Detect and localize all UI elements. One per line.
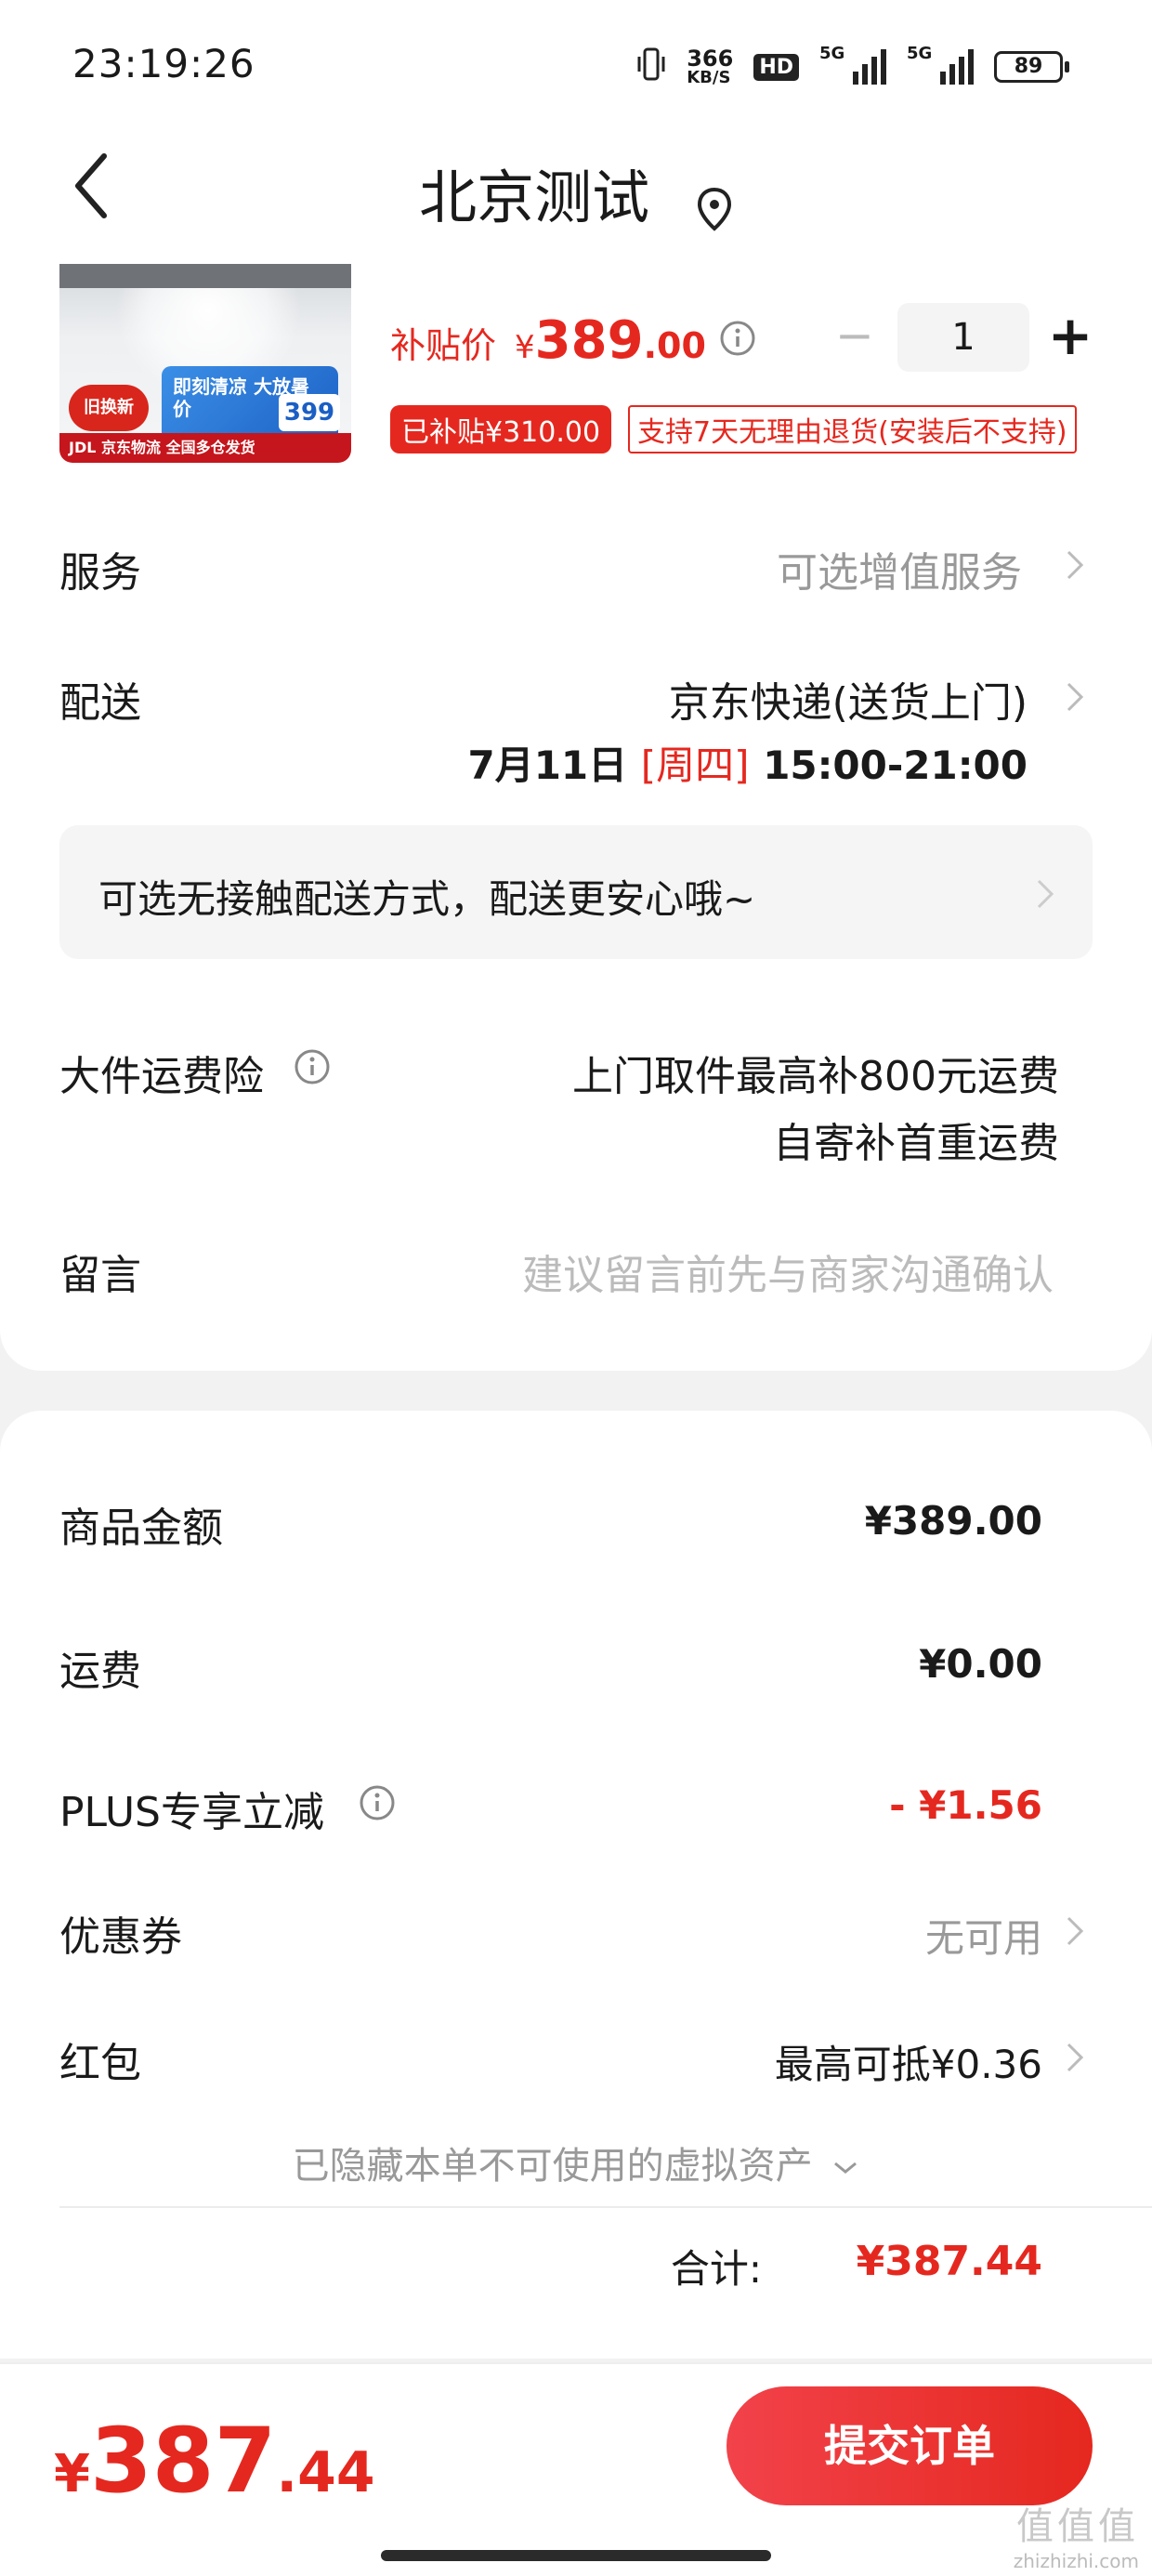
net-speed-value: 366 <box>687 46 734 72</box>
info-icon[interactable] <box>359 1784 396 1821</box>
subsidy-tag: 已补贴¥310.00 <box>390 405 612 453</box>
delivery-time-range: 15:00-21:00 <box>763 743 1028 788</box>
price-label: 补贴价 <box>390 325 497 366</box>
hidden-assets-text: 已隐藏本单不可使用的虚拟资产 <box>292 2145 813 2188</box>
decrement-button[interactable]: − <box>827 303 883 372</box>
signal-icon: 5G <box>819 44 886 85</box>
delivery-time[interactable]: 7月11日 [周四] 15:00-21:00 <box>467 734 1028 791</box>
product-tags: 已补贴¥310.00 支持7天无理由退货(安装后不支持) <box>390 405 1077 453</box>
image-badge: 旧换新 <box>69 385 149 431</box>
service-label: 服务 <box>59 549 141 597</box>
watermark-glyphs: 值值值 <box>1016 2505 1139 2548</box>
pay-integer: 387 <box>89 2409 277 2513</box>
submit-order-button[interactable]: 提交订单 <box>727 2386 1093 2505</box>
increment-button[interactable]: + <box>1042 303 1098 372</box>
watermark: 值值值 zhizhizhi.com <box>1014 2496 1139 2572</box>
plus-discount-label: PLUS专享立减 <box>59 1789 324 1836</box>
price-summary-card: 商品金额 ¥389.00 运费 ¥0.00 PLUS专享立减 - ¥1.56 优… <box>0 1411 1152 2359</box>
message-label: 留言 <box>59 1252 141 1299</box>
return-policy-tag: 支持7天无理由退货(安装后不支持) <box>628 405 1077 453</box>
status-bar: 23:19:26 366 KB/S HD 5G 5G 89 <box>0 0 1152 130</box>
vibrate-icon <box>636 46 666 89</box>
red-packet-value[interactable]: 最高可抵¥0.36 <box>775 2033 1042 2090</box>
service-value[interactable]: 可选增值服务 <box>777 539 1022 598</box>
goods-amount-label: 商品金额 <box>59 1505 223 1552</box>
hd-badge: HD <box>753 53 799 81</box>
chevron-right-icon[interactable] <box>1065 678 1085 716</box>
pay-decimal: .44 <box>276 2440 375 2505</box>
hidden-assets-toggle[interactable]: 已隐藏本单不可使用的虚拟资产 <box>0 2136 1152 2189</box>
status-icons: 366 KB/S HD 5G 5G 89 <box>636 41 1069 93</box>
pay-currency: ¥ <box>54 2444 90 2504</box>
delivery-date: 7月11日 <box>467 743 628 788</box>
shipping-value: ¥0.00 <box>919 1641 1042 1687</box>
signal-icon: 5G <box>907 44 974 85</box>
signal-label: 5G <box>907 44 933 63</box>
goods-amount-value: ¥389.00 <box>864 1498 1042 1544</box>
total-value: ¥387.44 <box>856 2238 1042 2285</box>
freight-insurance-line2: 自寄补首重运费 <box>773 1120 1059 1167</box>
delivery-method[interactable]: 京东快递(送货上门) <box>669 669 1028 729</box>
coupon-value[interactable]: 无可用 <box>925 1907 1042 1964</box>
quantity-value[interactable]: 1 <box>897 303 1029 372</box>
product-image[interactable]: 旧换新 即刻清凉 大放暑价 399 JDL 京东物流 全国多仓发货 <box>59 264 351 463</box>
freight-insurance-label: 大件运费险 <box>59 1053 264 1100</box>
chevron-down-icon <box>834 2162 857 2174</box>
price-currency: ¥ <box>515 329 535 366</box>
status-time: 23:19:26 <box>72 41 255 86</box>
product-image-band <box>59 264 351 288</box>
price-integer: 389 <box>534 310 644 371</box>
message-input[interactable]: 建议留言前先与商家沟通确认 <box>522 1242 1054 1301</box>
price-decimal: .00 <box>643 325 706 366</box>
freight-insurance-line1: 上门取件最高补800元运费 <box>572 1053 1059 1100</box>
back-button[interactable] <box>63 149 123 223</box>
pay-amount: ¥ 387 .44 <box>54 2409 375 2513</box>
signal-label: 5G <box>819 44 845 63</box>
home-indicator[interactable] <box>381 2550 771 2561</box>
chevron-right-icon[interactable] <box>1065 1912 1085 1950</box>
chevron-right-icon[interactable] <box>1065 546 1085 584</box>
network-speed: 366 KB/S <box>687 47 733 86</box>
red-packet-label: 红包 <box>59 2040 141 2087</box>
plus-discount-value: - ¥1.56 <box>889 1782 1042 1828</box>
order-card: 旧换新 即刻清凉 大放暑价 399 JDL 京东物流 全国多仓发货 补贴价 ¥ … <box>0 251 1152 1371</box>
chevron-right-icon <box>1037 879 1054 909</box>
delivery-weekday: [周四] <box>640 743 750 788</box>
page-title[interactable]: 北京测试 <box>0 151 1152 234</box>
info-icon[interactable] <box>294 1048 331 1085</box>
delivery-label: 配送 <box>59 679 141 727</box>
location-pin-icon[interactable] <box>696 178 733 231</box>
checkout-bar: ¥ 387 .44 提交订单 值值值 zhizhizhi.com <box>0 2362 1152 2576</box>
coupon-label: 优惠券 <box>59 1913 182 1961</box>
address-title[interactable]: 北京测试 <box>419 164 649 231</box>
image-footer: JDL 京东物流 全国多仓发货 <box>59 433 351 463</box>
contactless-delivery-banner[interactable]: 可选无接触配送方式，配送更安心哦~ <box>59 825 1093 959</box>
product-price: 补贴价 ¥ 389 .00 <box>390 310 706 375</box>
notice-text: 可选无接触配送方式，配送更安心哦~ <box>98 876 756 922</box>
watermark-url: zhizhizhi.com <box>1013 2550 1139 2572</box>
info-icon[interactable] <box>719 320 756 357</box>
battery-icon: 89 <box>994 51 1069 83</box>
back-arrow-icon <box>75 153 107 218</box>
nav-bar: 北京测试 <box>0 130 1152 251</box>
quantity-stepper: − 1 + <box>827 303 1096 372</box>
net-speed-unit: KB/S <box>687 68 731 87</box>
divider <box>59 2206 1152 2208</box>
image-price-tag: 399 <box>279 394 340 431</box>
chevron-right-icon[interactable] <box>1065 2039 1085 2076</box>
shipping-label: 运费 <box>59 1648 141 1695</box>
total-label: 合计: <box>670 2246 762 2292</box>
